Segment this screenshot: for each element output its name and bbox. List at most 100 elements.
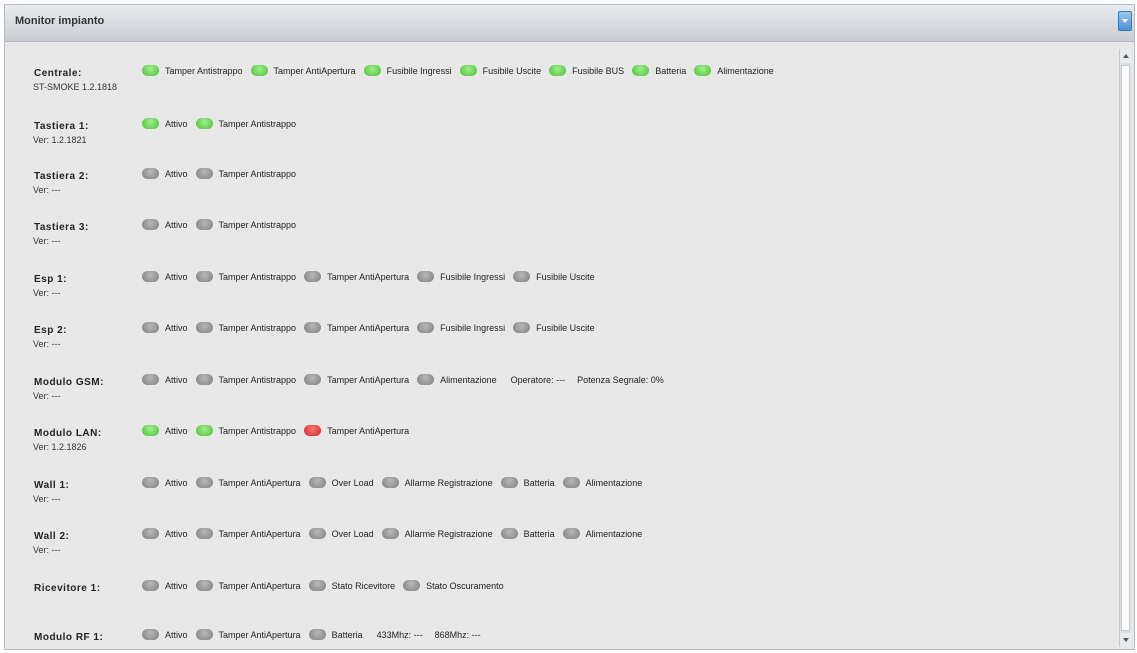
status-led-icon	[195, 477, 213, 488]
status-led-icon	[142, 528, 159, 539]
status-label: Over Load	[331, 528, 374, 539]
status-led-icon	[195, 322, 213, 333]
status-label: Tamper Antistrappo	[218, 322, 297, 333]
status-item: Allarme Registrazione	[381, 528, 493, 539]
device-row: Wall 2: Ver: --- Attivo Tamper AntiApertura…	[13, 510, 1113, 555]
status-item: Attivo	[142, 118, 188, 129]
status-led-icon	[195, 580, 213, 591]
status-led-icon	[308, 629, 326, 640]
status-label: Attivo	[165, 425, 188, 436]
status-item: Batteria	[308, 629, 363, 640]
status-label: Batteria	[523, 477, 555, 488]
status-led-icon	[513, 271, 531, 282]
status-led-icon	[381, 528, 399, 539]
status-item: Tamper Antistrappo	[195, 322, 297, 333]
status-item: Fusibile Ingressi	[417, 271, 505, 282]
status-item: Tamper AntiApertura	[304, 425, 409, 436]
status-led-icon	[304, 322, 322, 333]
status-label: Stato Oscuramento	[426, 580, 504, 591]
status-item: Tamper Antistrappo	[195, 271, 296, 282]
status-led-icon	[142, 425, 159, 436]
device-name: Modulo RF 1:	[34, 632, 104, 643]
status-label: Alimentazione	[585, 477, 643, 488]
status-label: Fusibile Ingressi	[386, 65, 452, 76]
status-indicators: Attivo Tamper Antistrappo Tamper AntiApert…	[142, 322, 603, 333]
status-indicators: Attivo Tamper Antistrappo Tamper AntiApert…	[142, 425, 417, 436]
status-item: Tamper Antistrappo	[142, 65, 243, 76]
status-item: Alimentazione	[562, 477, 643, 488]
status-led-icon	[142, 374, 159, 385]
status-label: Batteria	[655, 65, 687, 76]
status-indicators: Attivo Tamper Antistrappo	[142, 168, 304, 179]
scroll-up-icon[interactable]	[1120, 49, 1131, 63]
status-label: Attivo	[165, 528, 188, 539]
status-led-icon	[694, 65, 712, 76]
vertical-scrollbar[interactable]	[1119, 49, 1131, 647]
status-label: Tamper Antistrappo	[218, 374, 297, 385]
status-label: Fusibile BUS	[572, 65, 625, 76]
device-row: Centrale: ST-SMOKE 1.2.1818 Tamper Antistr…	[13, 47, 1113, 92]
status-led-icon	[142, 322, 159, 333]
status-label: Tamper Antistrappo	[218, 219, 297, 230]
status-label: Allarme Registrazione	[404, 528, 493, 539]
status-label: Alimentazione	[585, 528, 643, 539]
status-indicators: Attivo Tamper AntiApertura Over Load Allarm…	[142, 477, 650, 488]
status-item: Attivo	[142, 219, 188, 230]
status-label: Attivo	[165, 219, 188, 230]
status-indicators: Tamper Antistrappo Tamper AntiApertura Fus…	[142, 65, 782, 76]
status-led-icon	[632, 65, 650, 76]
status-item: Tamper AntiApertura	[250, 65, 356, 76]
status-label: Fusibile Ingressi	[440, 271, 506, 282]
status-extra-text: 433Mhz: ---	[376, 629, 423, 640]
device-row: Esp 1: Ver: --- Attivo Tamper Antistrappo Ta…	[13, 253, 1113, 298]
scrollbar-thumb[interactable]	[1121, 65, 1130, 631]
status-extra-text: Operatore: ---	[510, 374, 566, 385]
status-item: Tamper AntiApertura	[195, 580, 301, 591]
status-item: Alimentazione	[562, 528, 643, 539]
status-led-icon	[363, 65, 381, 76]
status-label: Tamper AntiApertura	[218, 580, 301, 591]
status-item: Over Load	[308, 528, 374, 539]
device-version: Ver: ---	[33, 339, 61, 349]
status-led-icon	[500, 528, 518, 539]
device-row: Modulo GSM: Ver: --- Attivo Tamper Antistra…	[13, 356, 1113, 401]
status-item: Fusibile Ingressi	[363, 65, 452, 76]
scroll-down-icon[interactable]	[1120, 633, 1131, 647]
status-led-icon	[308, 580, 326, 591]
status-item: Fusibile Uscite	[459, 65, 542, 76]
status-led-icon	[381, 477, 399, 488]
device-name: Tastiera 2:	[34, 171, 89, 182]
status-item: Allarme Registrazione	[381, 477, 493, 488]
status-label: Tamper AntiApertura	[218, 477, 301, 488]
status-indicators: Attivo Tamper Antistrappo	[142, 118, 304, 129]
device-name: Esp 1:	[34, 274, 68, 285]
status-extra-text: Potenza Segnale: 0%	[577, 374, 664, 385]
status-led-icon	[304, 271, 322, 282]
status-led-icon	[549, 65, 567, 76]
monitor-window: Monitor impianto Centrale: ST-SMOKE 1.2.1…	[4, 4, 1135, 650]
status-label: Stato Ricevitore	[331, 580, 396, 591]
status-led-icon	[304, 425, 322, 436]
collapse-icon[interactable]	[1118, 11, 1132, 31]
status-item: Stato Ricevitore	[308, 580, 396, 591]
status-label: Fusibile Uscite	[482, 65, 542, 76]
status-led-icon	[562, 477, 580, 488]
status-led-icon	[142, 271, 159, 282]
status-label: Tamper Antistrappo	[218, 168, 297, 179]
device-version: Ver: ---	[33, 545, 61, 555]
status-label: Alimentazione	[440, 374, 497, 385]
device-version: Ver: ---	[33, 185, 61, 195]
status-extra-text: 868Mhz: ---	[434, 629, 481, 640]
title-bar: Monitor impianto	[5, 5, 1134, 42]
status-led-icon	[459, 65, 477, 76]
status-item: Attivo	[142, 425, 188, 436]
status-label: Tamper AntiApertura	[327, 425, 410, 436]
device-name: Esp 2:	[34, 325, 68, 336]
status-led-icon	[304, 374, 322, 385]
status-item: Tamper AntiApertura	[195, 477, 301, 488]
status-led-icon	[142, 65, 159, 76]
device-row: Wall 1: Ver: --- Attivo Tamper AntiApertura…	[13, 459, 1113, 504]
status-label: Attivo	[165, 374, 188, 385]
status-led-icon	[513, 322, 531, 333]
status-led-icon	[417, 374, 435, 385]
